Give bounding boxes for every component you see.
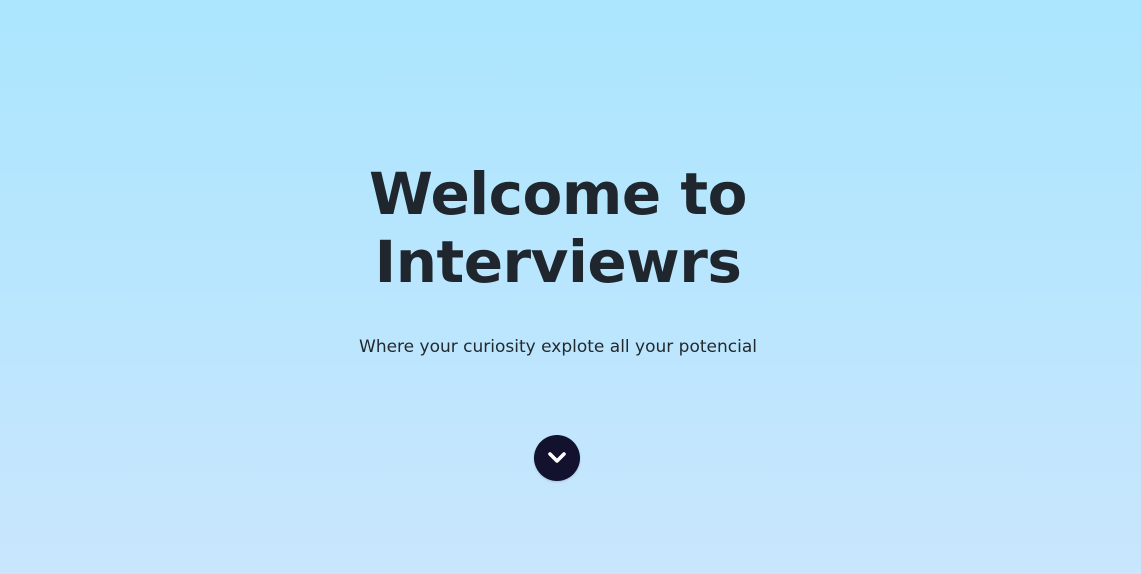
hero-title-line-1: Welcome to [369,160,747,228]
hero-title: Welcome to Interviewrs [0,160,1116,296]
hero-section: Welcome to Interviewrs Where your curios… [0,0,1141,574]
hero-subtitle: Where your curiosity explote all your po… [359,337,757,357]
scroll-down-button[interactable] [534,435,580,481]
hero-title-line-2: Interviewrs [374,228,742,296]
chevron-down-icon [546,451,568,465]
